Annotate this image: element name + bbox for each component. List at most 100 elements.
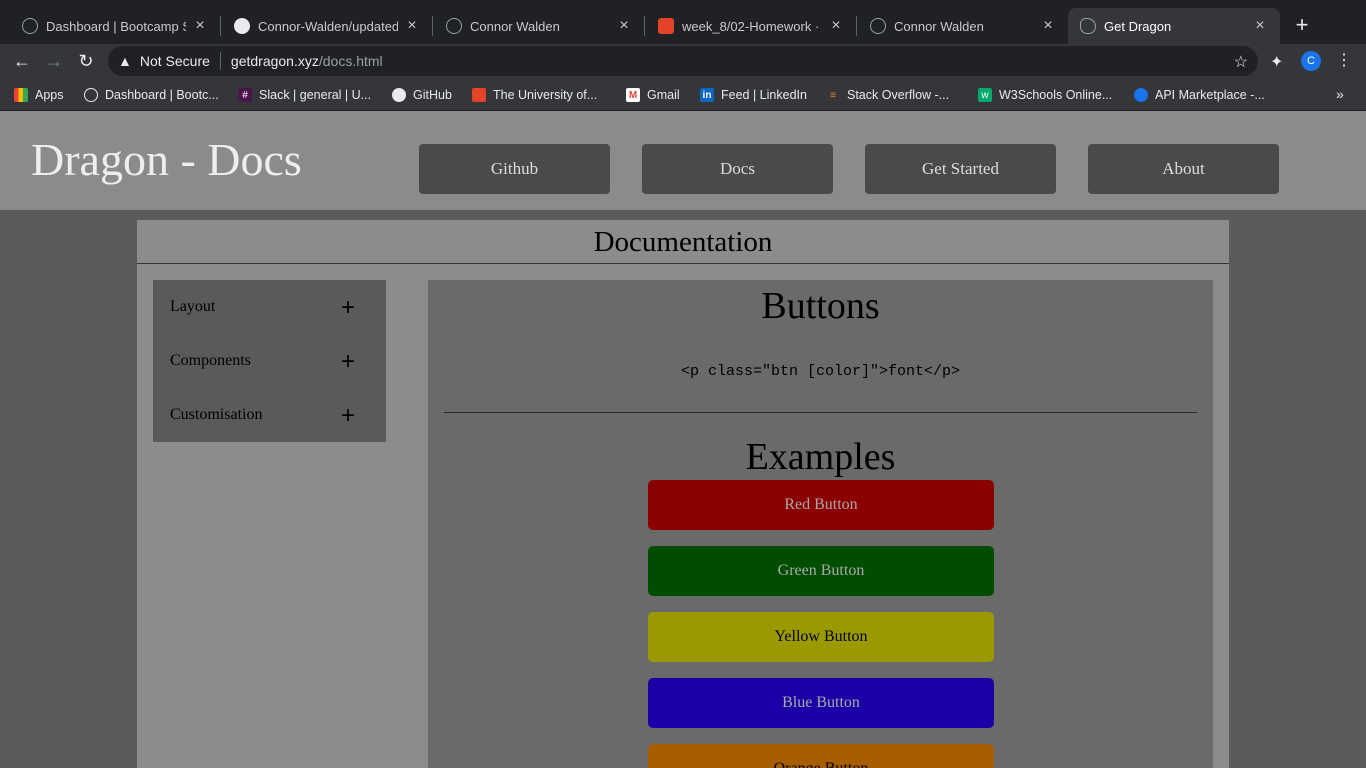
forward-arrow-icon[interactable]: → <box>42 50 66 74</box>
globe-icon <box>870 18 886 34</box>
globe-icon <box>84 88 98 102</box>
browser-tab[interactable]: Connor-Walden/updated- × <box>222 8 432 44</box>
bookmark-apps[interactable]: Apps <box>14 86 64 104</box>
plus-icon[interactable]: + <box>341 350 355 374</box>
bookmark-label: Slack | general | U... <box>259 88 372 102</box>
globe-icon <box>446 18 462 34</box>
bookmarks-overflow-icon[interactable]: » <box>1336 86 1344 102</box>
bookmark-label: GitHub <box>413 88 452 102</box>
browser-tab-bar: Dashboard | Bootcamp Sp × Connor-Walden/… <box>0 0 1366 44</box>
divider <box>444 412 1197 413</box>
bookmark-university[interactable]: The University of... <box>472 86 597 104</box>
dragon-icon <box>1080 18 1096 34</box>
site-header: Dragon - Docs Github Docs Get Started Ab… <box>0 111 1366 210</box>
bookmark-stackoverflow[interactable]: ≡ Stack Overflow -... <box>826 86 949 104</box>
rapidapi-icon <box>1134 88 1148 102</box>
bookmark-linkedin[interactable]: in Feed | LinkedIn <box>700 86 807 104</box>
bookmarks-bar: Apps Dashboard | Bootc... # Slack | gene… <box>0 78 1366 111</box>
bookmark-label: W3Schools Online... <box>999 88 1113 102</box>
w3schools-icon: w <box>978 88 992 102</box>
docs-heading: Documentation <box>137 220 1229 264</box>
close-icon[interactable]: × <box>1252 18 1268 34</box>
bookmark-slack[interactable]: # Slack | general | U... <box>238 86 371 104</box>
sidebar-item-label: Components <box>170 352 251 369</box>
profile-avatar[interactable]: C <box>1301 51 1321 71</box>
bookmark-label: Stack Overflow -... <box>847 88 950 102</box>
slack-icon: # <box>238 88 252 102</box>
blue-example-button[interactable]: Blue Button <box>648 678 994 728</box>
bookmark-label: API Marketplace -... <box>1155 88 1265 102</box>
browser-tab[interactable]: Connor Walden × <box>434 8 644 44</box>
bookmark-gmail[interactable]: M Gmail <box>626 86 680 104</box>
close-icon[interactable]: × <box>616 18 632 34</box>
sidebar-item-label: Customisation <box>170 406 263 423</box>
reload-icon[interactable]: ↻ <box>74 50 98 74</box>
bookmark-label: The University of... <box>493 88 598 102</box>
github-icon <box>392 88 406 102</box>
plus-icon[interactable]: + <box>341 404 355 428</box>
plus-icon[interactable]: + <box>341 296 355 320</box>
kebab-menu-icon[interactable]: ⋮ <box>1336 50 1352 70</box>
url-path[interactable]: /docs.html <box>319 53 383 69</box>
github-icon <box>234 18 250 34</box>
tab-title: Connor Walden <box>894 18 984 34</box>
examples-title: Examples <box>745 436 896 478</box>
yellow-example-button[interactable]: Yellow Button <box>648 612 994 662</box>
section-title: Buttons <box>761 285 880 327</box>
close-icon[interactable]: × <box>192 18 208 34</box>
warning-icon[interactable]: ▲ <box>118 53 132 69</box>
tab-title: week_8/02-Homework · n <box>682 18 822 34</box>
red-example-button[interactable]: Red Button <box>648 480 994 530</box>
bookmark-dashboard[interactable]: Dashboard | Bootc... <box>84 86 219 104</box>
sidebar-item-customisation[interactable]: Customisation + <box>153 388 386 442</box>
tab-title: Get Dragon <box>1104 18 1172 34</box>
code-snippet: <p class="btn [color]">font</p> <box>680 363 961 380</box>
docs-content: Buttons <p class="btn [color]">font</p> … <box>428 280 1213 768</box>
bookmark-label: Gmail <box>647 88 680 102</box>
browser-toolbar: ← → ↻ ▲ Not Secure getdragon.xyz/docs.ht… <box>0 44 1366 78</box>
new-tab-button[interactable]: + <box>1290 14 1314 38</box>
nav-docs-button[interactable]: Docs <box>642 144 833 194</box>
web-page: Dragon - Docs Github Docs Get Started Ab… <box>0 111 1366 768</box>
bookmark-api-marketplace[interactable]: API Marketplace -... <box>1134 86 1265 104</box>
stackoverflow-icon: ≡ <box>830 89 836 101</box>
bookmark-label: Dashboard | Bootc... <box>105 88 219 102</box>
tab-title: Dashboard | Bootcamp Sp <box>46 18 186 34</box>
browser-tab[interactable]: Connor Walden × <box>858 8 1068 44</box>
close-icon[interactable]: × <box>1040 18 1056 34</box>
sidebar-item-layout[interactable]: Layout + <box>153 280 386 334</box>
nav-github-button[interactable]: Github <box>419 144 610 194</box>
linkedin-icon: in <box>700 88 714 102</box>
close-icon[interactable]: × <box>828 18 844 34</box>
bookmark-label: Apps <box>35 88 64 102</box>
gitlab-icon <box>658 18 674 34</box>
bookmark-label: Feed | LinkedIn <box>721 88 807 102</box>
back-arrow-icon[interactable]: ← <box>10 50 34 74</box>
sidebar-item-components[interactable]: Components + <box>153 334 386 388</box>
globe-icon <box>22 18 38 34</box>
bookmark-github[interactable]: GitHub <box>392 86 452 104</box>
bookmark-star-icon[interactable]: ☆ <box>1234 52 1248 72</box>
address-bar[interactable]: ▲ Not Secure getdragon.xyz/docs.html ☆ <box>108 46 1258 76</box>
security-label[interactable]: Not Secure <box>140 53 210 69</box>
gitlab-icon <box>472 88 486 102</box>
url-host[interactable]: getdragon.xyz <box>231 53 319 69</box>
close-icon[interactable]: × <box>404 18 420 34</box>
sidebar-item-label: Layout <box>170 298 216 315</box>
site-title: Dragon - Docs <box>31 134 302 185</box>
extensions-puzzle-icon[interactable]: ✦ <box>1270 52 1283 72</box>
nav-get-started-button[interactable]: Get Started <box>865 144 1056 194</box>
docs-sidebar: Layout + Components + Customisation + <box>153 280 386 442</box>
docs-panel: Documentation Layout + Components + Cust… <box>137 220 1229 768</box>
browser-tab[interactable]: Dashboard | Bootcamp Sp × <box>10 8 220 44</box>
browser-tab[interactable]: week_8/02-Homework · n × <box>646 8 856 44</box>
apps-grid-icon <box>14 88 28 102</box>
green-example-button[interactable]: Green Button <box>648 546 994 596</box>
tab-title: Connor Walden <box>470 18 560 34</box>
gmail-icon: M <box>626 88 640 102</box>
tab-title: Connor-Walden/updated- <box>258 18 398 34</box>
orange-example-button[interactable]: Orange Button <box>648 744 994 768</box>
browser-tab-active[interactable]: Get Dragon × <box>1068 8 1280 44</box>
nav-about-button[interactable]: About <box>1088 144 1279 194</box>
bookmark-w3schools[interactable]: w W3Schools Online... <box>978 86 1112 104</box>
